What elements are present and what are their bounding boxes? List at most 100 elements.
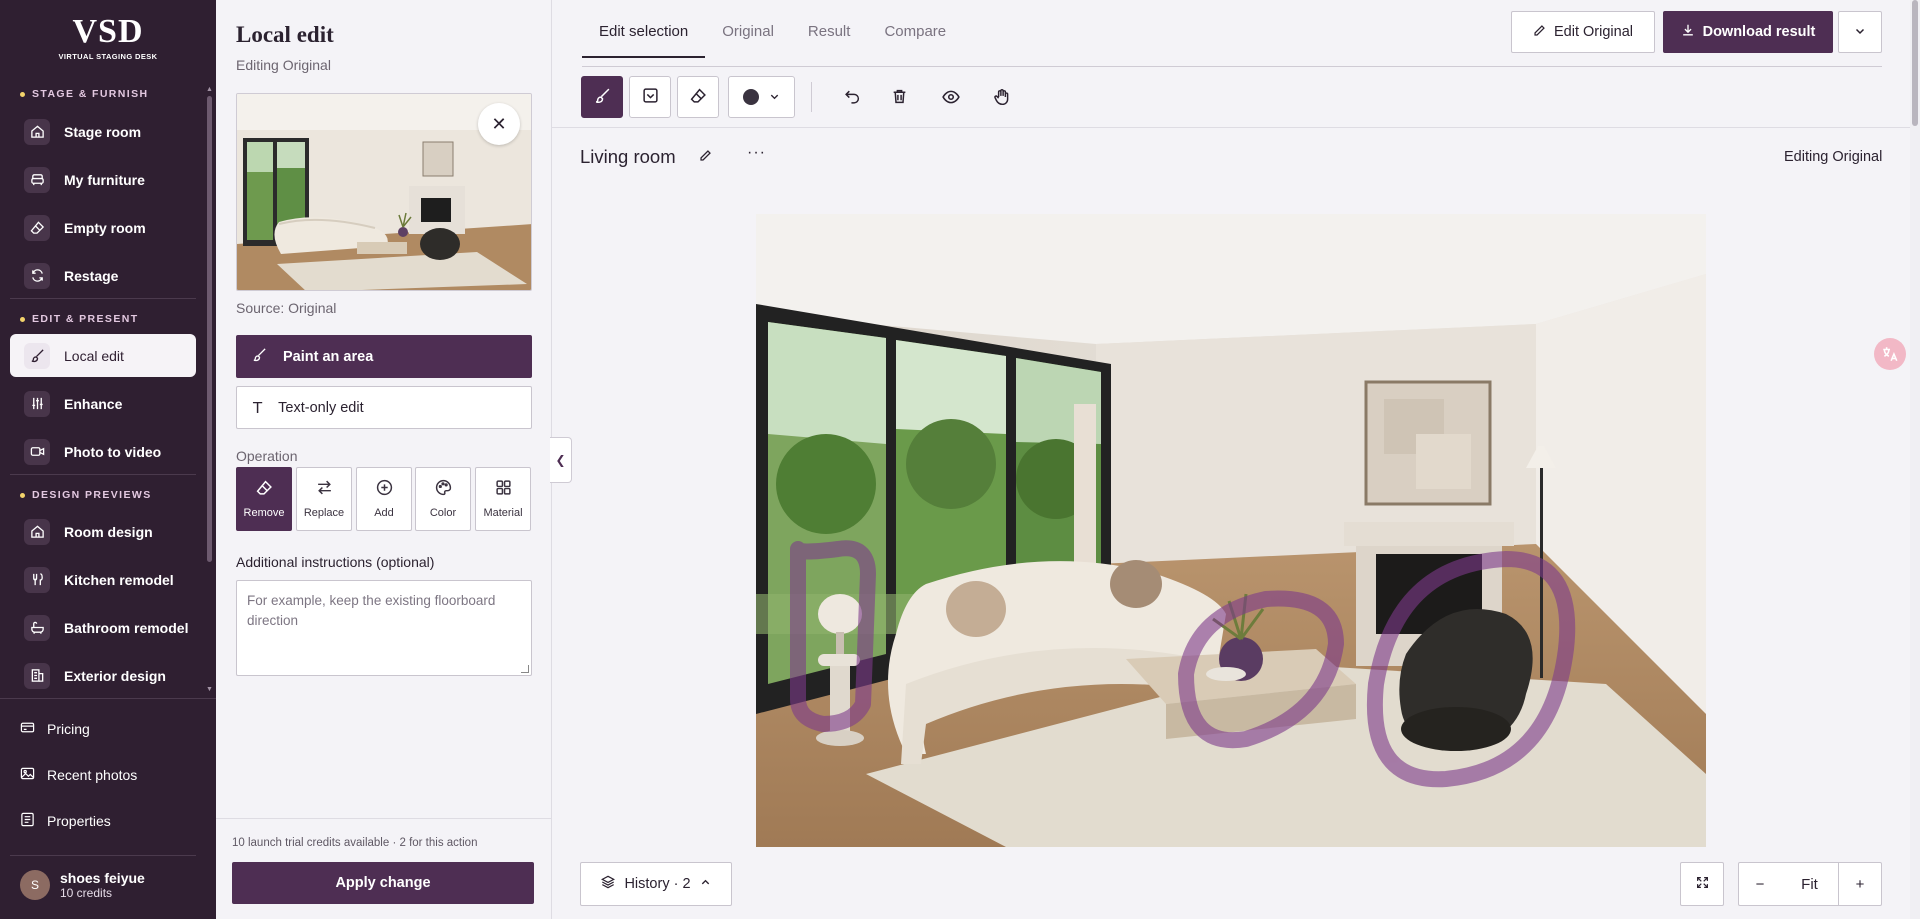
utensils-icon (24, 566, 50, 593)
sidebar-item-enhance[interactable]: Enhance (10, 382, 196, 425)
close-icon[interactable]: ✕ (478, 103, 520, 145)
brush-icon (24, 342, 50, 369)
sliders-icon (24, 390, 50, 417)
tab-result[interactable]: Result (791, 0, 868, 58)
home-icon (24, 518, 50, 545)
view-tabs: Edit selection Original Result Compare (582, 0, 963, 67)
sidebar-item-photo-to-video[interactable]: Photo to video (10, 430, 196, 473)
select-box-icon (642, 87, 659, 107)
sidebar-item-exterior-design[interactable]: Exterior design (10, 654, 196, 697)
scrollbar-thumb[interactable] (1912, 0, 1918, 126)
brush-size-dropdown[interactable] (728, 76, 795, 118)
sidebar-item-my-furniture[interactable]: My furniture (10, 158, 196, 201)
chevron-up-icon (700, 876, 711, 892)
brush-tool-button[interactable] (581, 76, 623, 118)
sidebar-item-kitchen-remodel[interactable]: Kitchen remodel (10, 558, 196, 601)
operation-replace-button[interactable]: Replace (296, 467, 352, 531)
zoom-in-button[interactable]: + (1838, 862, 1882, 906)
credits-note: 10 launch trial credits available · 2 fo… (232, 837, 478, 849)
panel-title: Local edit (236, 22, 334, 47)
zoom-out-button[interactable]: − (1738, 862, 1782, 906)
sidebar-item-recent-photos[interactable]: Recent photos (20, 766, 137, 784)
zoom-fit-button[interactable]: Fit (1781, 862, 1839, 906)
sidebar-item-label: Restage (64, 267, 119, 284)
tab-compare[interactable]: Compare (867, 0, 963, 58)
pan-tool-button[interactable] (990, 86, 1014, 110)
plus-icon: + (1855, 875, 1865, 893)
clear-mask-button[interactable] (887, 86, 911, 110)
fullscreen-button[interactable] (1680, 862, 1724, 906)
undo-icon (844, 88, 861, 108)
edit-canvas[interactable] (756, 214, 1706, 847)
paint-area-label: Paint an area (283, 348, 374, 365)
operation-add-button[interactable]: Add (356, 467, 412, 531)
instructions-textarea[interactable]: For example, keep the existing floorboar… (236, 580, 532, 676)
sidebar-item-properties[interactable]: Properties (20, 812, 111, 830)
sidebar-item-stage-room[interactable]: Stage room (10, 110, 196, 153)
operation-label: Material (483, 507, 523, 519)
history-button[interactable]: History · 2 (580, 862, 732, 906)
collapse-panel-button[interactable]: ❮ (550, 437, 572, 483)
history-label: History · 2 (624, 876, 691, 892)
grid-icon (495, 479, 512, 499)
section-label: DESIGN PREVIEWS (32, 489, 152, 501)
more-options-button[interactable] (1838, 11, 1882, 53)
user-name: shoes feiyue (60, 870, 145, 886)
download-result-button[interactable]: Download result (1663, 11, 1833, 53)
toggle-mask-visibility-button[interactable] (939, 86, 963, 110)
sidebar-item-local-edit[interactable]: Local edit (10, 334, 196, 377)
sidebar-scrollbar[interactable] (207, 96, 212, 562)
section-label: STAGE & FURNISH (32, 88, 149, 100)
bath-icon (24, 614, 50, 641)
instructions-placeholder: For example, keep the existing floorboar… (247, 593, 496, 628)
scroll-up-icon[interactable]: ▲ (206, 86, 213, 93)
sidebar-item-label: Enhance (64, 395, 123, 412)
operation-color-button[interactable]: Color (415, 467, 471, 531)
chevron-down-icon (1854, 24, 1866, 40)
trash-icon (891, 88, 908, 108)
more-dots-icon: ··· (747, 144, 766, 161)
lasso-select-tool-button[interactable] (629, 76, 671, 118)
apply-change-button[interactable]: Apply change (232, 862, 534, 904)
swap-icon (316, 479, 333, 499)
sofa-icon (24, 166, 50, 193)
eraser-icon (690, 87, 707, 107)
building-icon (24, 662, 50, 689)
sidebar-item-bathroom-remodel[interactable]: Bathroom remodel (10, 606, 196, 649)
operation-remove-button[interactable]: Remove (236, 467, 292, 531)
refresh-icon (24, 262, 50, 289)
rename-room-button[interactable] (699, 149, 712, 165)
text-only-edit-button[interactable]: T Text-only edit (236, 386, 532, 429)
user-profile[interactable]: S shoes feiyue 10 credits (20, 870, 145, 900)
room-more-button[interactable]: ··· (747, 144, 766, 162)
undo-button[interactable] (840, 86, 864, 110)
sidebar-item-label: Photo to video (64, 443, 162, 460)
scroll-down-icon[interactable]: ▼ (206, 686, 213, 693)
sidebar-item-pricing[interactable]: Pricing (20, 720, 90, 738)
eraser-tool-button[interactable] (677, 76, 719, 118)
sidebar-item-restage[interactable]: Restage (10, 254, 196, 297)
translate-widget-icon[interactable] (1874, 338, 1906, 370)
brush-icon (252, 347, 267, 366)
sidebar-item-label: Bathroom remodel (64, 619, 189, 636)
page-scrollbar[interactable] (1910, 0, 1920, 919)
operation-material-button[interactable]: Material (475, 467, 531, 531)
logo[interactable]: VSD VIRTUAL STAGING DESK (0, 14, 216, 62)
paint-area-button[interactable]: Paint an area (236, 335, 532, 378)
operation-label: Add (374, 507, 394, 519)
list-icon (20, 812, 35, 830)
section-edit-present: EDIT & PRESENT (20, 313, 139, 325)
sidebar-item-room-design[interactable]: Room design (10, 510, 196, 553)
sidebar-item-label: Recent photos (47, 767, 138, 783)
sidebar-divider (10, 474, 196, 475)
home-icon (24, 118, 50, 145)
edit-original-button[interactable]: Edit Original (1511, 11, 1655, 53)
download-icon (1681, 23, 1695, 41)
tab-edit-selection[interactable]: Edit selection (582, 0, 706, 58)
sidebar-divider (0, 698, 216, 699)
sidebar-item-empty-room[interactable]: Empty room (10, 206, 196, 249)
palette-icon (435, 479, 452, 499)
editing-status: Editing Original (1784, 149, 1883, 165)
tab-original[interactable]: Original (705, 0, 791, 58)
resize-handle[interactable] (521, 665, 529, 673)
